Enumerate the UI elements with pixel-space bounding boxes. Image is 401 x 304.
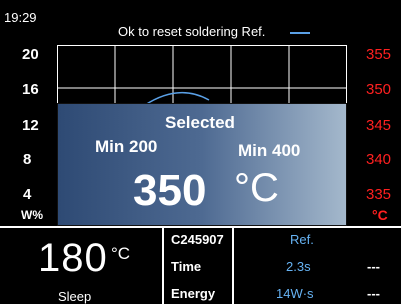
right-axis-label: 335 [366,186,392,203]
panel-divider [162,228,164,304]
popup-unit: °C [234,166,279,210]
tip-temperature: 180 [38,236,108,280]
clock: 19:29 [4,10,37,25]
panel-divider [232,228,234,304]
info-extra: --- [367,259,380,274]
info-label: Energy [171,286,216,301]
right-axis-label: 355 [366,46,392,63]
right-axis-label: 340 [366,151,392,168]
info-extra: --- [367,286,380,301]
left-axis-label: 16 [22,81,39,98]
left-axis-unit: W% [21,208,43,222]
left-axis-label: 8 [23,151,32,168]
right-axis-label: 350 [366,81,392,98]
popup-max-label: Min 400 [238,141,301,160]
popup-min-label: Min 200 [95,137,158,156]
info-value: 14W·s [276,286,314,301]
left-axis-label: 4 [23,186,32,203]
popup-title: Selected [165,113,235,132]
tip-temperature-unit: °C [111,244,131,263]
mode-label: Sleep [58,289,92,304]
popup-value: 350 [133,166,207,215]
info-value: 2.3s [286,259,311,274]
panel-divider [0,226,401,228]
status-message: Ok to reset soldering Ref. [118,24,266,39]
info-label: C245907 [171,232,224,247]
left-axis-label: 12 [22,117,39,134]
legend-line [290,32,310,34]
info-label: Time [171,259,202,274]
left-axis-label: 20 [22,46,39,63]
right-axis-label: 345 [366,117,392,134]
right-axis-unit: °C [372,207,388,223]
info-value: Ref. [290,232,314,247]
